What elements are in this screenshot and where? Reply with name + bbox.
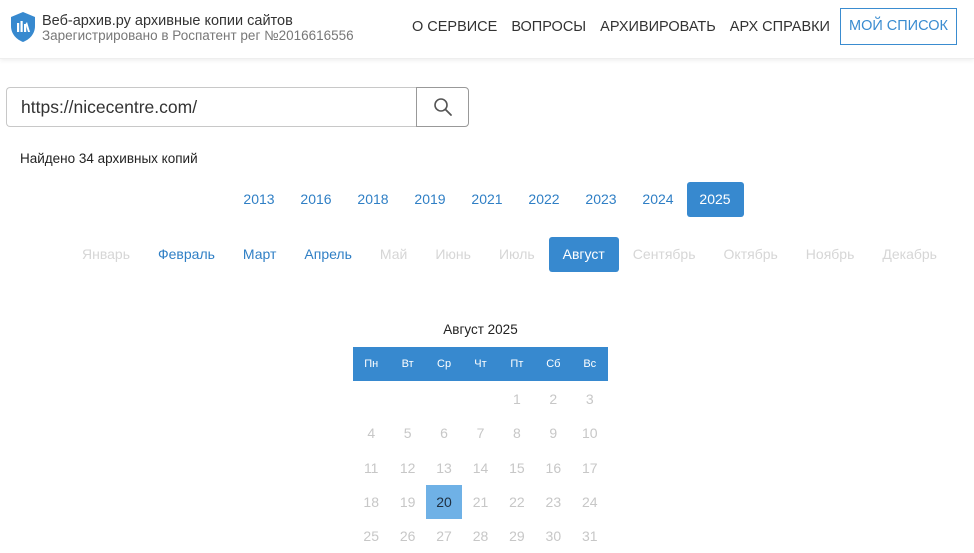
month-tab: Октябрь — [723, 246, 778, 262]
site-subtitle: Зарегистрировано в Роспатент рег №201661… — [42, 28, 354, 43]
month-tab[interactable]: Апрель — [290, 237, 366, 272]
calendar-day: 7 — [476, 425, 485, 442]
nav-archive[interactable]: АРХИВИРОВАТЬ — [600, 19, 716, 35]
nav-about[interactable]: О СЕРВИСЕ — [412, 19, 497, 35]
year-tab[interactable]: 2025 — [686, 182, 744, 217]
calendar-day: 17 — [581, 459, 598, 476]
calendar-day: 6 — [440, 425, 448, 442]
url-search-input[interactable] — [6, 87, 416, 127]
year-tab[interactable]: 2013 — [231, 182, 288, 217]
weekday-label: Сб — [546, 358, 561, 370]
weekday-label: Пн — [364, 358, 379, 370]
month-tab[interactable]: Март — [229, 237, 291, 272]
weekday-label: Вт — [401, 358, 414, 370]
year-tab[interactable]: 2024 — [630, 182, 687, 217]
weekday-label: Вс — [583, 358, 597, 370]
site-title[interactable]: Веб-архив.ру архивные копии сайтов — [42, 13, 293, 29]
weekday-label: Чт — [474, 358, 487, 370]
month-tab[interactable]: Февраль — [144, 237, 229, 272]
search-icon — [433, 98, 452, 116]
shield-logo-icon[interactable] — [10, 11, 36, 43]
month-tab: Июль — [498, 246, 535, 262]
calendar-days: 1 2 3 4 5 6 7 8 9 10 11 12 13 14 15 16 17 18 19 20 21 22 23 24 2… — [353, 382, 608, 553]
month-tab: Сентябрь — [632, 246, 696, 262]
month-selector: Январь Февраль Март Апрель Май Июнь Июль Август… — [68, 237, 951, 272]
search-button[interactable] — [416, 87, 469, 127]
calendar-blank-cell — [389, 382, 425, 416]
calendar-day: 16 — [545, 459, 562, 476]
calendar-day: 13 — [436, 459, 452, 476]
nav-faq[interactable]: ВОПРОСЫ — [511, 19, 586, 35]
weekday-label: Пт — [510, 358, 524, 370]
calendar-day: 11 — [363, 459, 379, 476]
calendar-day: 4 — [367, 425, 376, 442]
year-tab[interactable]: 2022 — [516, 182, 573, 217]
month-tab: Ноябрь — [805, 246, 855, 262]
calendar-day: 10 — [581, 425, 598, 442]
year-tab[interactable]: 2018 — [345, 182, 402, 217]
calendar-day: 21 — [472, 493, 489, 510]
calendar-title: Август 2025 — [443, 322, 518, 337]
results-count: Найдено 34 архивных копий — [20, 151, 198, 166]
month-tab: Декабрь — [882, 246, 937, 262]
month-tab: Июнь — [435, 246, 471, 262]
calendar-blank-cell — [426, 382, 462, 416]
main-nav: О СЕРВИСЕ ВОПРОСЫ АРХИВИРОВАТЬ АРХ СПРАВ… — [398, 8, 957, 45]
calendar-day: 19 — [399, 493, 416, 510]
month-tab: Май — [379, 246, 408, 262]
my-list-button[interactable]: МОЙ СПИСОК — [839, 8, 957, 45]
year-tab[interactable]: 2021 — [459, 182, 516, 217]
calendar-day: 3 — [585, 391, 594, 407]
weekday-label: Ср — [437, 358, 452, 370]
year-tab[interactable]: 2016 — [288, 182, 345, 217]
calendar-day: 22 — [509, 493, 525, 510]
calendar-day: 9 — [549, 425, 558, 442]
calendar-day-snapshot[interactable]: 20 — [425, 484, 463, 520]
calendar-day: 5 — [403, 425, 412, 442]
year-tab[interactable]: 2019 — [402, 182, 459, 217]
calendar-day: 15 — [509, 459, 525, 476]
calendar-day: 18 — [363, 493, 379, 510]
month-tab: Январь — [82, 246, 130, 262]
calendar-day: 12 — [399, 459, 416, 476]
calendar-weekdays: Пн Вт Ср Чт Пт Сб Вс — [353, 347, 608, 381]
calendar-day: 8 — [513, 425, 521, 442]
month-tab[interactable]: Август — [548, 237, 619, 272]
year-selector: 2013 2016 2018 2019 2021 2022 2023 2024 2025 — [0, 182, 974, 217]
year-tab[interactable]: 2023 — [573, 182, 630, 217]
calendar-day: 14 — [472, 459, 489, 476]
calendar-day: 1 — [513, 391, 521, 407]
calendar-day: 2 — [549, 391, 558, 407]
site-header: Веб-архив.ру архивные копии сайтов Зарег… — [0, 0, 974, 59]
calendar-blank-cell — [353, 382, 389, 416]
calendar-blank-cell — [462, 382, 498, 416]
calendar-day: 24 — [581, 493, 598, 510]
calendar-day: 23 — [545, 493, 562, 510]
nav-archive-certificates[interactable]: АРХ СПРАВКИ — [730, 19, 830, 35]
